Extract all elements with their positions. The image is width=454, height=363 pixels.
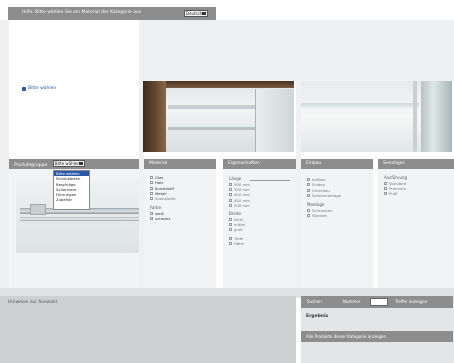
- checkbox[interactable]: [229, 203, 232, 207]
- search-button[interactable]: Treffer anzeigen: [395, 299, 427, 304]
- installation-list: Aufbau Einbau Unterbau Seitenmontage Mon…: [307, 177, 341, 218]
- search-label: Suchen: [307, 299, 322, 304]
- properties-list: Länge 300 mm 350 mm 400 mm 450 mm 500 mm…: [229, 176, 250, 246]
- checkbox[interactable]: [150, 217, 153, 221]
- checkbox[interactable]: [229, 222, 232, 226]
- checkbox[interactable]: [229, 217, 232, 221]
- checkbox[interactable]: [229, 236, 232, 240]
- checkbox[interactable]: [307, 194, 310, 198]
- search-input[interactable]: [370, 298, 388, 306]
- list-item[interactable]: schwarz: [150, 216, 176, 221]
- category-header-properties: Eigenschaften: [223, 159, 296, 169]
- info-text: Hinweise zur Auswahl: [8, 300, 58, 305]
- checkbox[interactable]: [307, 214, 310, 218]
- checkbox[interactable]: [150, 186, 153, 190]
- category-header-material: Material: [144, 159, 216, 169]
- bullet-icon: [22, 86, 26, 91]
- category-header-other: Sonstiges: [378, 159, 454, 169]
- checkbox[interactable]: [307, 188, 310, 192]
- product-group-dropdown[interactable]: Bitte wählen Schubkästen Beschläge Schar…: [53, 170, 90, 210]
- checkbox[interactable]: [229, 187, 232, 191]
- list-item[interactable]: Seitenmontage: [307, 193, 341, 198]
- checkbox[interactable]: [150, 176, 153, 180]
- product-group-select[interactable]: Bitte wählen: [52, 160, 85, 167]
- checkbox[interactable]: [150, 192, 153, 196]
- language-option-label: Bitte wählen: [28, 86, 57, 91]
- search-field-label: Nummer: [343, 299, 361, 304]
- search-bar: Suchen Nummer Treffer anzeigen: [301, 296, 453, 308]
- show-all-link[interactable]: Alle Produkte dieser Kategorie anzeigen: [306, 334, 386, 339]
- material-list: Glas Holz Kunststoff Metall Spanplatte F…: [150, 175, 176, 222]
- other-list: Ausführung Standard Premium Profi: [384, 175, 407, 196]
- list-item[interactable]: Stecken: [307, 213, 341, 218]
- cabinet-photo: [143, 81, 294, 152]
- shelf-photo: [301, 81, 452, 152]
- checkbox[interactable]: [229, 182, 232, 186]
- result-label: Ergebnis: [306, 314, 329, 319]
- checkbox[interactable]: [229, 198, 232, 202]
- category-title: Produktgruppe: [14, 163, 48, 168]
- checkbox[interactable]: [307, 183, 310, 187]
- category-title: Einbau: [306, 161, 322, 166]
- list-item[interactable]: Höhe: [229, 241, 250, 246]
- list-item[interactable]: Spanplatte: [150, 196, 176, 201]
- slider-track[interactable]: [250, 180, 290, 181]
- checkbox[interactable]: [384, 186, 387, 190]
- checkbox[interactable]: [307, 208, 310, 212]
- category-header-installation: Einbau: [301, 159, 373, 169]
- language-option[interactable]: Bitte wählen: [22, 86, 56, 91]
- checkbox[interactable]: [384, 192, 387, 196]
- checkbox[interactable]: [229, 193, 232, 197]
- language-select[interactable]: Deutsch: [184, 10, 208, 17]
- show-all-bar[interactable]: Alle Produkte dieser Kategorie anzeigen: [301, 331, 453, 342]
- checkbox[interactable]: [307, 178, 310, 182]
- list-item[interactable]: Profi: [384, 191, 407, 196]
- top-bar-text: Hilfe: Bitte wählen Sie ein Material der…: [22, 10, 142, 15]
- checkbox[interactable]: [150, 181, 153, 185]
- category-title: Eigenschaften: [228, 161, 260, 166]
- checkbox[interactable]: [384, 181, 387, 185]
- list-item[interactable]: 500 mm: [229, 203, 250, 208]
- top-bar: Hilfe: Bitte wählen Sie ein Material der…: [8, 7, 216, 20]
- category-title: Material: [149, 161, 168, 166]
- checkbox[interactable]: [150, 197, 153, 201]
- category-title: Sonstiges: [383, 161, 405, 166]
- list-item[interactable]: groß: [229, 227, 250, 232]
- checkbox[interactable]: [150, 212, 153, 216]
- dropdown-option[interactable]: Zubehör: [54, 197, 89, 202]
- checkbox[interactable]: [229, 228, 232, 232]
- checkbox[interactable]: [229, 241, 232, 245]
- category-header-product-group: Produktgruppe Bitte wählen: [9, 159, 139, 169]
- left-margin: [0, 20, 9, 288]
- top-band: [139, 20, 454, 81]
- info-panel: Hinweise zur Auswahl: [0, 296, 296, 363]
